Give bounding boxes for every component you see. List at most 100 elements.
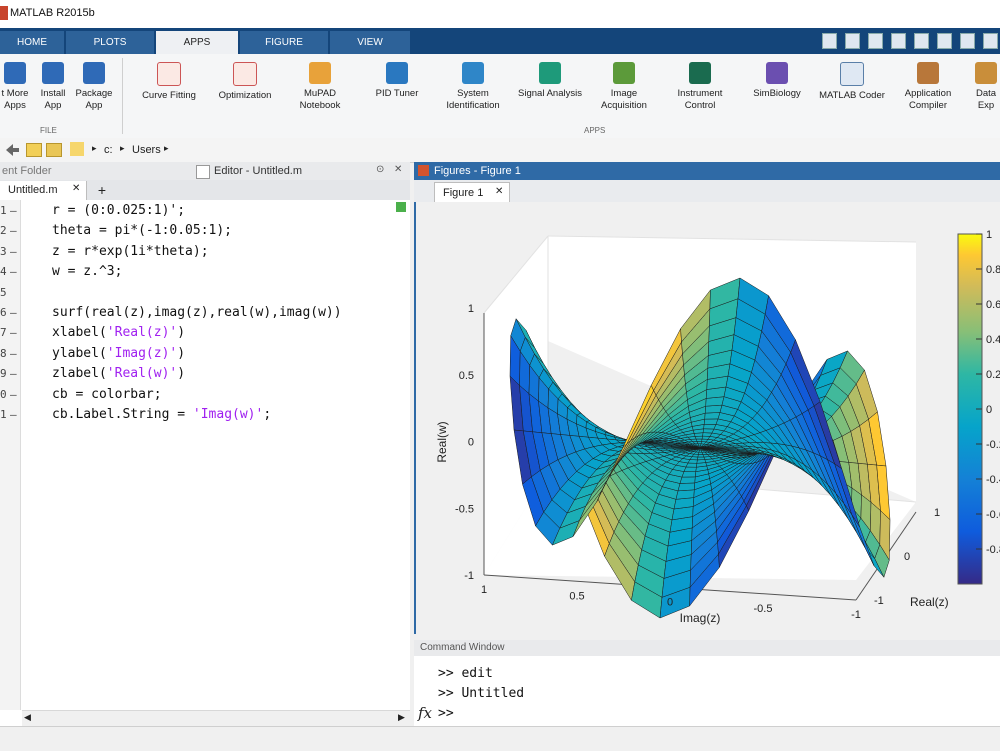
image-acquisition-button[interactable]: Image Acquisition xyxy=(594,62,654,111)
breakpoint-marker[interactable]: — xyxy=(10,347,17,360)
panel-menu-icon[interactable]: ⊙ xyxy=(376,164,384,175)
close-tab-icon[interactable]: ✕ xyxy=(495,186,503,197)
scroll-right-icon[interactable]: ▶ xyxy=(398,712,405,723)
data-explorer-icon xyxy=(975,62,997,84)
breakpoint-marker[interactable]: — xyxy=(10,306,17,319)
command-prompt[interactable]: >> xyxy=(438,706,454,721)
address-bar: ▸ c: ▸ Users ▸ xyxy=(0,138,1000,163)
command-window-title: Command Window xyxy=(420,642,504,653)
window-title: MATLAB R2015b xyxy=(10,7,95,19)
package-app-button[interactable]: Package App xyxy=(74,62,114,111)
breakpoint-marker[interactable]: — xyxy=(10,265,17,278)
code-line[interactable]: theta = pi*(-1:0.05:1); xyxy=(52,223,232,238)
install-app-button[interactable]: Install App xyxy=(36,62,70,111)
surface-face xyxy=(680,477,695,484)
code-line[interactable]: surf(real(z),imag(z),real(w),imag(w)) xyxy=(52,305,342,320)
back-arrow-icon[interactable] xyxy=(4,143,20,157)
signal-analysis-icon xyxy=(539,62,561,84)
mupad-notebook-button[interactable]: MuPAD Notebook xyxy=(292,62,348,111)
breadcrumb-root[interactable]: c: xyxy=(104,144,113,156)
breadcrumb-separator-icon: ▸ xyxy=(120,143,125,154)
signal-analysis-button[interactable]: Signal Analysis xyxy=(512,62,588,100)
figure-tabs: Figure 1 ✕ xyxy=(414,180,1000,203)
scroll-left-icon[interactable]: ◀ xyxy=(24,712,31,723)
tab-view[interactable]: VIEW xyxy=(330,31,410,54)
horizontal-scrollbar[interactable]: ◀ ▶ xyxy=(22,710,410,727)
breakpoint-marker[interactable]: — xyxy=(10,245,17,258)
instrument-control-button[interactable]: Instrument Control xyxy=(670,62,730,111)
data-explorer-button[interactable]: Data Exp xyxy=(972,62,1000,111)
command-window[interactable]: >> edit >> Untitled fx >> xyxy=(414,656,1000,726)
breakpoint-marker[interactable]: — xyxy=(10,408,17,421)
code-line[interactable]: xlabel('Real(z)') xyxy=(52,325,185,340)
z-tick-label: -0.5 xyxy=(455,503,474,515)
system-identification-button[interactable]: System Identification xyxy=(440,62,506,111)
close-tab-icon[interactable]: ✕ xyxy=(72,183,80,194)
figure-icon xyxy=(418,165,429,176)
editor-title: Editor - Untitled.m xyxy=(214,165,302,177)
surface-face xyxy=(682,472,696,478)
breakpoint-marker[interactable]: — xyxy=(10,326,17,339)
system-identification-icon xyxy=(462,62,484,84)
close-icon[interactable]: ✕ xyxy=(394,164,402,175)
z-tick-label: 0.5 xyxy=(459,370,474,382)
breadcrumb-separator-icon: ▸ xyxy=(164,143,169,154)
tab-untitled-m[interactable]: Untitled.m ✕ xyxy=(0,181,87,200)
paste-icon[interactable] xyxy=(891,33,906,49)
breakpoint-marker[interactable]: — xyxy=(10,388,17,401)
switch-windows-icon[interactable] xyxy=(960,33,975,49)
toolstrip-tabs: HOME PLOTS APPS FIGURE VIEW xyxy=(0,28,1000,54)
tab-apps[interactable]: APPS xyxy=(156,31,238,54)
code-token: ) xyxy=(177,346,185,361)
tab-figure[interactable]: FIGURE xyxy=(240,31,328,54)
optimization-button[interactable]: Optimization xyxy=(214,62,276,102)
surface-plot[interactable]: 10.80.60.40.20-0.2-0.4-0.6-0.8 10.50-0.5… xyxy=(416,202,1000,634)
z-tick-label: -1 xyxy=(464,570,474,582)
code-line[interactable]: w = z.^3; xyxy=(52,264,122,279)
undo-icon[interactable] xyxy=(914,33,929,49)
matlab-coder-button[interactable]: MATLAB Coder xyxy=(814,62,890,102)
code-line[interactable]: r = (0:0.025:1)'; xyxy=(52,203,185,218)
breakpoint-marker[interactable]: — xyxy=(10,367,17,380)
y-tick-label: -1 xyxy=(874,595,884,607)
colorbar-tick-label: 0.4 xyxy=(986,334,1000,346)
up-folder-icon[interactable] xyxy=(26,143,42,157)
browse-folder-icon[interactable] xyxy=(46,143,62,157)
editor-tabs: Untitled.m ✕ + xyxy=(0,180,410,201)
redo-icon[interactable] xyxy=(937,33,952,49)
title-bar: MATLAB R2015b xyxy=(0,0,1000,29)
code-line[interactable]: cb.Label.String = 'Imag(w)'; xyxy=(52,407,271,422)
breadcrumb-separator-icon: ▸ xyxy=(92,143,97,154)
tab-home[interactable]: HOME xyxy=(0,31,64,54)
get-more-apps-button[interactable]: t More Apps xyxy=(0,62,36,111)
string-literal: 'Imag(w)' xyxy=(193,407,263,422)
figure-canvas[interactable]: 10.80.60.40.20-0.2-0.4-0.6-0.8 10.50-0.5… xyxy=(414,202,1000,634)
download-icon xyxy=(4,62,26,84)
package-icon xyxy=(83,62,105,84)
application-compiler-button[interactable]: Application Compiler xyxy=(898,62,958,111)
breakpoint-marker[interactable]: — xyxy=(10,224,17,237)
pid-tuner-button[interactable]: PID Tuner xyxy=(370,62,424,100)
new-tab-button[interactable]: + xyxy=(90,181,114,200)
breakpoint-marker[interactable]: — xyxy=(10,204,17,217)
code-token: cb.Label.String = xyxy=(52,407,193,422)
cut-icon[interactable] xyxy=(845,33,860,49)
fx-icon[interactable]: fx xyxy=(418,704,432,722)
code-line[interactable]: cb = colorbar; xyxy=(52,387,162,402)
tab-figure-1[interactable]: Figure 1 ✕ xyxy=(434,182,510,203)
code-line[interactable]: zlabel('Real(w)') xyxy=(52,366,185,381)
tab-plots[interactable]: PLOTS xyxy=(66,31,154,54)
surface-face xyxy=(688,460,697,464)
curve-fitting-button[interactable]: Curve Fitting xyxy=(138,62,200,102)
code-line[interactable]: z = r*exp(1i*theta); xyxy=(52,244,209,259)
code-line[interactable]: ylabel('Imag(z)') xyxy=(52,346,185,361)
breadcrumb-users[interactable]: Users xyxy=(132,144,161,156)
save-icon[interactable] xyxy=(822,33,837,49)
surface-face xyxy=(697,457,705,460)
code-editor[interactable]: ◀ ▶ 1—r = (0:0.025:1)';2—theta = pi*(-1:… xyxy=(0,200,410,726)
current-folder-title[interactable]: ent Folder xyxy=(2,165,52,177)
copy-icon[interactable] xyxy=(868,33,883,49)
simbiology-button[interactable]: SimBiology xyxy=(748,62,806,100)
help-icon[interactable] xyxy=(983,33,998,49)
code-analyzer-ok-icon[interactable] xyxy=(396,202,406,212)
